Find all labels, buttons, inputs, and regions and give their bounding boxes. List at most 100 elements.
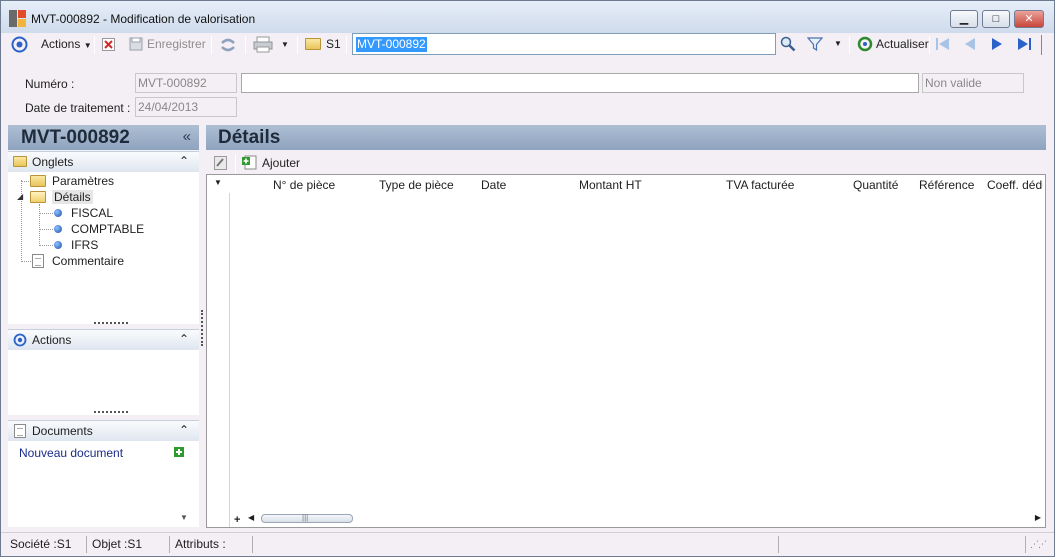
- actions-menu-button[interactable]: Actions ▼: [41, 35, 92, 54]
- column-chooser-icon[interactable]: ▼: [214, 178, 222, 187]
- actions-section-title: Actions: [32, 333, 72, 347]
- maximize-icon: □: [992, 13, 1000, 25]
- company-selector[interactable]: S1: [326, 35, 341, 54]
- column-header-date[interactable]: Date: [481, 178, 506, 192]
- search-field[interactable]: MVT-000892: [352, 33, 776, 55]
- bullet-icon: [54, 225, 62, 233]
- documents-section-title: Documents: [32, 424, 93, 438]
- status-attributes: Attributs :: [173, 536, 253, 553]
- row-selector-column: [207, 175, 230, 527]
- add-row-icon: [242, 155, 257, 170]
- target-icon[interactable]: [11, 36, 28, 53]
- details-grid[interactable]: ▼ N° de pièce Type de pièce Date Montant…: [206, 174, 1046, 528]
- panel-splitter[interactable]: [199, 125, 206, 530]
- sync-icon[interactable]: [220, 37, 236, 52]
- refresh-button[interactable]: Actualiser: [857, 35, 929, 54]
- column-header-montant-ht[interactable]: Montant HT: [579, 178, 642, 192]
- tabs-section-title: Onglets: [32, 155, 74, 169]
- chevron-up-icon[interactable]: ⌃: [179, 332, 189, 346]
- scroll-down-icon[interactable]: ▼: [180, 513, 188, 522]
- tree-item-details[interactable]: Détails: [52, 190, 93, 204]
- scroll-right-icon[interactable]: ▶: [1035, 513, 1041, 522]
- description-field[interactable]: [241, 73, 919, 93]
- column-header-quantite[interactable]: Quantité: [853, 178, 898, 192]
- title-bar[interactable]: MVT-000892 - Modification de valorisatio…: [1, 1, 1054, 33]
- close-button[interactable]: ✕: [1014, 10, 1044, 28]
- tabs-section-header[interactable]: Onglets ⌃: [8, 151, 199, 172]
- save-label: Enregistrer: [147, 37, 206, 51]
- horizontal-scrollbar[interactable]: ◀ ||| ▶: [233, 513, 1043, 525]
- app-icon: [9, 10, 26, 27]
- toolbar-separator: [245, 36, 246, 54]
- grid-header-row: ▼ N° de pièce Type de pièce Date Montant…: [207, 175, 1045, 193]
- status-object: Objet :S1: [90, 536, 170, 553]
- status-company: Société :S1: [8, 536, 87, 553]
- status-field: Non valide: [922, 73, 1024, 93]
- window-title: MVT-000892 - Modification de valorisatio…: [31, 12, 256, 26]
- previous-record-icon[interactable]: [963, 37, 977, 51]
- chevron-up-icon[interactable]: ⌃: [179, 423, 189, 437]
- filter-icon[interactable]: [807, 36, 823, 52]
- resize-grip[interactable]: [94, 322, 128, 324]
- toolbar-edge: [1041, 35, 1042, 55]
- print-dropdown-icon[interactable]: ▼: [281, 35, 289, 54]
- column-header-numero-piece[interactable]: N° de pièce: [273, 178, 335, 192]
- save-icon: [129, 37, 143, 51]
- tree-item-ifrs[interactable]: IFRS: [71, 238, 98, 252]
- add-row-label: Ajouter: [262, 156, 301, 170]
- date-field[interactable]: 24/04/2013: [135, 97, 237, 117]
- minimize-button[interactable]: ▁: [950, 10, 978, 28]
- refresh-icon: [857, 36, 873, 52]
- delete-icon[interactable]: [102, 38, 115, 51]
- print-icon[interactable]: [253, 36, 273, 53]
- actions-section-header[interactable]: Actions ⌃: [8, 329, 199, 350]
- column-header-tva[interactable]: TVA facturée: [726, 178, 794, 192]
- column-header-coeff[interactable]: Coeff. déduc: [987, 178, 1043, 192]
- new-document-link[interactable]: Nouveau document: [19, 446, 123, 460]
- next-record-icon[interactable]: [990, 37, 1004, 51]
- document-icon: [32, 254, 44, 268]
- resize-grip-icon[interactable]: ⋰⋰: [1030, 539, 1047, 550]
- minimize-icon: ▁: [959, 13, 969, 25]
- column-header-type-piece[interactable]: Type de pièce: [379, 178, 454, 192]
- scroll-left-icon[interactable]: ◀: [248, 513, 254, 522]
- tree-item-commentaire[interactable]: Commentaire: [52, 254, 124, 268]
- search-icon[interactable]: [780, 36, 796, 52]
- left-panel-title: MVT-000892: [21, 127, 130, 148]
- save-button[interactable]: Enregistrer: [129, 35, 206, 54]
- add-document-icon[interactable]: [174, 447, 184, 457]
- documents-panel-body: Nouveau document ▼: [8, 441, 199, 527]
- bullet-icon: [54, 241, 62, 249]
- resize-grip[interactable]: [94, 411, 128, 413]
- tree-item-comptable[interactable]: COMPTABLE: [71, 222, 144, 236]
- open-folder-icon: [30, 191, 46, 203]
- add-row-button[interactable]: Ajouter: [242, 154, 300, 173]
- numero-field[interactable]: MVT-000892: [135, 73, 237, 93]
- tree-item-parametres[interactable]: Paramètres: [52, 174, 114, 188]
- tree-item-fiscal[interactable]: FISCAL: [71, 206, 113, 220]
- collapse-panel-icon[interactable]: «: [183, 128, 191, 145]
- toolbar-separator: [929, 36, 930, 54]
- edit-icon[interactable]: [214, 156, 227, 170]
- toolbar-separator: [297, 36, 298, 54]
- documents-section-header[interactable]: Documents ⌃: [8, 420, 199, 441]
- status-panel: [256, 536, 779, 553]
- maximize-button[interactable]: □: [982, 10, 1010, 28]
- numero-label: Numéro :: [25, 77, 75, 91]
- status-panel: [782, 536, 1026, 553]
- expand-arrow-icon[interactable]: ◢: [17, 192, 23, 201]
- folder-icon: [13, 156, 27, 167]
- refresh-label: Actualiser: [876, 37, 929, 51]
- last-record-icon[interactable]: [1016, 37, 1032, 51]
- scrollbar-thumb[interactable]: |||: [261, 513, 353, 523]
- toolbar-separator: [211, 36, 212, 54]
- chevron-up-icon[interactable]: ⌃: [179, 154, 189, 168]
- details-header: Détails: [206, 125, 1046, 150]
- folder-icon: [30, 175, 46, 187]
- filter-dropdown-icon[interactable]: ▼: [834, 39, 842, 48]
- folder-icon[interactable]: [305, 38, 321, 50]
- bullet-icon: [54, 209, 62, 217]
- column-header-reference[interactable]: Référence: [919, 178, 974, 192]
- first-record-icon[interactable]: [935, 37, 951, 51]
- status-bar: Société :S1 Objet :S1 Attributs : ⋰⋰: [1, 532, 1054, 556]
